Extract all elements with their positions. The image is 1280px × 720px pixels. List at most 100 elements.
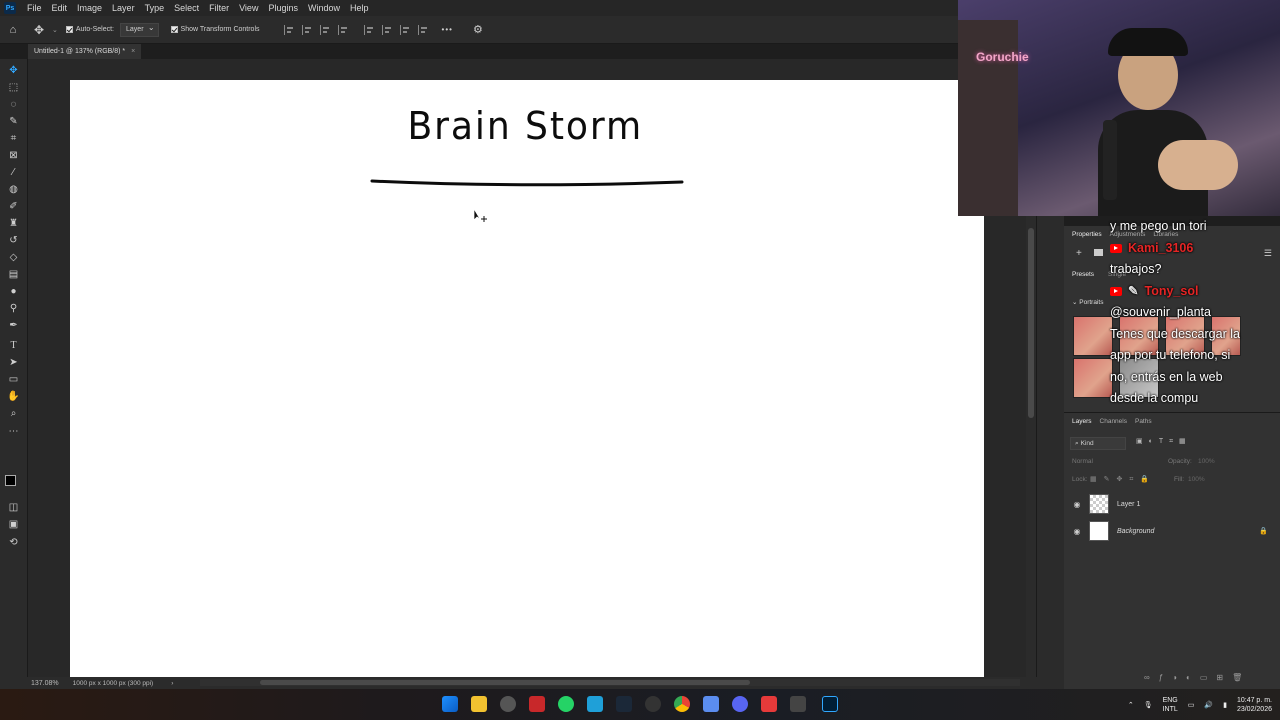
generative-icon[interactable]: ⟲ xyxy=(7,536,20,549)
zoom-level[interactable]: 137.08% xyxy=(31,680,59,687)
steam-icon[interactable] xyxy=(616,696,632,712)
notes-icon[interactable] xyxy=(587,696,603,712)
menu-view[interactable]: View xyxy=(234,3,263,13)
volume-icon[interactable]: 🔊 xyxy=(1204,701,1213,709)
brush-tool-icon[interactable]: ✐ xyxy=(7,200,20,213)
windows-start-icon[interactable] xyxy=(442,696,458,712)
crop-tool-icon[interactable]: ⌗ xyxy=(7,132,20,145)
language-indicator[interactable]: ENG INTL xyxy=(1163,696,1178,714)
distribute-icon[interactable] xyxy=(337,24,348,35)
folder-icon[interactable] xyxy=(1094,249,1103,256)
distribute-vertical-icon[interactable] xyxy=(417,24,428,35)
chrome-icon[interactable] xyxy=(674,696,690,712)
preset-thumbnail[interactable] xyxy=(1073,358,1113,398)
menu-file[interactable]: File xyxy=(22,3,47,13)
microphone-icon[interactable]: 🎙 xyxy=(1144,701,1153,709)
layer-row[interactable]: ◉ Layer 1 xyxy=(1068,492,1274,516)
more-options-button[interactable]: ••• xyxy=(442,25,453,34)
portraits-group-header[interactable]: ⌄ Portraits xyxy=(1072,298,1103,306)
close-tab-icon[interactable]: × xyxy=(131,48,135,55)
move-tool-icon[interactable]: ✥ xyxy=(32,23,46,37)
hand-tool-icon[interactable]: ✋ xyxy=(7,390,20,403)
discord-icon[interactable] xyxy=(732,696,748,712)
menu-layer[interactable]: Layer xyxy=(107,3,140,13)
status-menu-arrow-icon[interactable]: › xyxy=(171,680,173,687)
frame-tool-icon[interactable]: ⊠ xyxy=(7,149,20,162)
path-selection-tool-icon[interactable]: ➤ xyxy=(7,356,20,369)
menu-type[interactable]: Type xyxy=(140,3,170,13)
blend-mode-dropdown[interactable]: Normal xyxy=(1072,458,1093,465)
layer-filter-icons[interactable]: ▣◐T⌗▦ xyxy=(1136,437,1192,446)
type-tool-icon[interactable]: T xyxy=(7,339,20,352)
transform-controls-checkbox[interactable] xyxy=(170,26,178,33)
move-tool-icon[interactable]: ✥ xyxy=(7,64,20,77)
healing-brush-tool-icon[interactable]: ◍ xyxy=(7,183,20,196)
xp-pen-icon[interactable] xyxy=(790,696,806,712)
history-brush-tool-icon[interactable]: ↺ xyxy=(7,234,20,247)
tab-properties[interactable]: Properties xyxy=(1072,231,1102,238)
pen-tool-icon[interactable]: ✒ xyxy=(7,319,20,332)
align-middle-icon[interactable] xyxy=(381,24,392,35)
clone-stamp-tool-icon[interactable]: ♜ xyxy=(7,217,20,230)
document-tab[interactable]: Untitled-1 @ 137% (RGB/8) * × xyxy=(28,44,142,59)
menu-window[interactable]: Window xyxy=(303,3,345,13)
creative-cloud-icon[interactable] xyxy=(761,696,777,712)
edit-toolbar-icon[interactable]: ⋯ xyxy=(7,425,20,438)
visibility-eye-icon[interactable]: ◉ xyxy=(1072,527,1082,536)
eraser-tool-icon[interactable]: ◇ xyxy=(7,251,20,264)
whatsapp-icon[interactable] xyxy=(558,696,574,712)
tray-chevron-icon[interactable]: ⌃ xyxy=(1128,701,1134,709)
layer-name[interactable]: Background xyxy=(1117,528,1154,535)
rectangle-tool-icon[interactable]: ▭ xyxy=(7,373,20,386)
layer-filter-dropdown[interactable]: ⌕ Kind xyxy=(1070,437,1126,450)
home-icon[interactable]: ⌂ xyxy=(6,23,20,37)
menu-select[interactable]: Select xyxy=(169,3,204,13)
horizontal-scrollbar[interactable] xyxy=(200,679,1020,686)
add-preset-icon[interactable]: + xyxy=(1076,248,1082,259)
auto-select-dropdown[interactable]: Layer xyxy=(120,22,159,37)
settings-gear-icon[interactable]: ⚙ xyxy=(471,23,485,37)
layer-name[interactable]: Layer 1 xyxy=(1117,501,1140,508)
video-editor-icon[interactable] xyxy=(529,696,545,712)
screen-mode-icon[interactable]: ▣ xyxy=(7,518,20,531)
align-center-icon[interactable] xyxy=(301,24,312,35)
align-right-icon[interactable] xyxy=(319,24,330,35)
menu-plugins[interactable]: Plugins xyxy=(263,3,303,13)
align-bottom-icon[interactable] xyxy=(399,24,410,35)
tool-preset-chevron-icon[interactable]: ⌄ xyxy=(52,26,58,34)
marquee-tool-icon[interactable]: ⬚ xyxy=(7,81,20,94)
obs-icon[interactable] xyxy=(500,696,516,712)
vertical-scrollbar[interactable] xyxy=(1026,216,1036,677)
layer-actions-icons[interactable]: ∞ƒ◑◐▭⊞🗑 xyxy=(1144,673,1251,682)
layer-row[interactable]: ◉ Background 🔒 xyxy=(1068,519,1274,543)
menu-image[interactable]: Image xyxy=(72,3,107,13)
photoshop-taskbar-icon[interactable] xyxy=(822,696,838,712)
horizontal-scroll-thumb[interactable] xyxy=(260,680,750,685)
fill-value[interactable]: 100% xyxy=(1188,476,1205,483)
vertical-scroll-thumb[interactable] xyxy=(1028,228,1034,418)
preset-thumbnail[interactable] xyxy=(1073,316,1113,356)
quick-mask-icon[interactable]: ◫ xyxy=(7,501,20,514)
dodge-tool-icon[interactable]: ⚲ xyxy=(7,302,20,315)
menu-edit[interactable]: Edit xyxy=(47,3,73,13)
menu-filter[interactable]: Filter xyxy=(204,3,234,13)
clock[interactable]: 10:47 p. m. 23/02/2026 xyxy=(1237,696,1272,714)
quick-selection-tool-icon[interactable]: ✎ xyxy=(7,115,20,128)
align-top-icon[interactable] xyxy=(363,24,374,35)
tab-layers[interactable]: Layers xyxy=(1072,418,1092,425)
battery-icon[interactable]: ▮ xyxy=(1223,701,1227,709)
github-icon[interactable] xyxy=(645,696,661,712)
eyedropper-tool-icon[interactable]: ⁄ xyxy=(7,166,20,179)
auto-select-checkbox[interactable] xyxy=(65,26,73,33)
blur-tool-icon[interactable]: ● xyxy=(7,285,20,298)
gradient-tool-icon[interactable]: ▤ xyxy=(7,268,20,281)
file-explorer-icon[interactable] xyxy=(471,696,487,712)
foreground-color-swatch[interactable] xyxy=(5,475,16,486)
menu-help[interactable]: Help xyxy=(345,3,374,13)
canvas-document[interactable]: Brain Storm xyxy=(70,80,984,677)
display-icon[interactable]: ▭ xyxy=(1188,701,1195,709)
lock-icons[interactable]: ▦✎✥⌗🔒 xyxy=(1090,475,1156,484)
align-left-icon[interactable] xyxy=(283,24,294,35)
tab-presets[interactable]: Presets xyxy=(1072,271,1094,278)
vscode-icon[interactable] xyxy=(703,696,719,712)
